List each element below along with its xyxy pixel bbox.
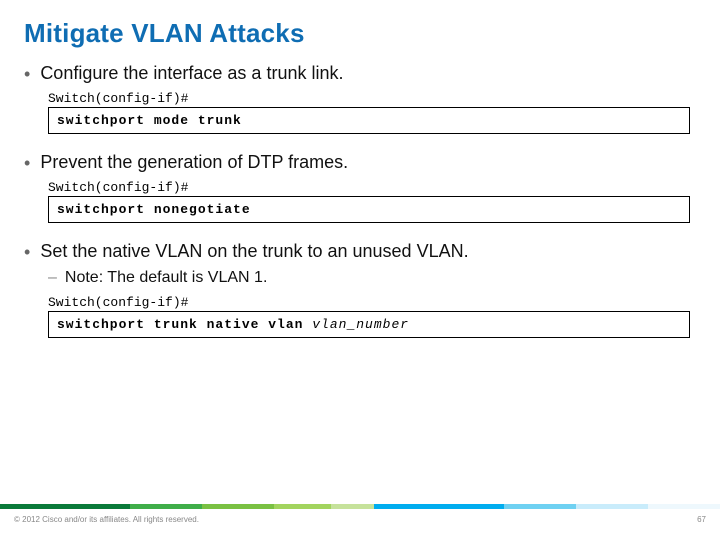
cli-prompt: Switch(config-if)#: [48, 295, 696, 310]
bullet-item: • Set the native VLAN on the trunk to an…: [24, 241, 696, 338]
cli-prompt: Switch(config-if)#: [48, 180, 696, 195]
footer-row: © 2012 Cisco and/or its affiliates. All …: [0, 509, 720, 524]
cli-command: switchport nonegotiate: [57, 202, 251, 217]
sub-bullet-marker: –: [48, 269, 57, 287]
bullet-row: • Set the native VLAN on the trunk to an…: [24, 241, 696, 263]
bullet-text: Prevent the generation of DTP frames.: [40, 152, 348, 173]
slide-title: Mitigate VLAN Attacks: [24, 18, 696, 49]
cli-prompt: Switch(config-if)#: [48, 91, 696, 106]
sub-bullet-row: – Note: The default is VLAN 1.: [48, 269, 696, 287]
bullet-list: • Configure the interface as a trunk lin…: [24, 63, 696, 338]
cli-command-box: switchport trunk native vlan vlan_number: [48, 311, 690, 338]
slide: Mitigate VLAN Attacks • Configure the in…: [0, 0, 720, 540]
bullet-marker: •: [24, 63, 30, 85]
bullet-marker: •: [24, 241, 30, 263]
bullet-text: Set the native VLAN on the trunk to an u…: [40, 241, 468, 262]
cli-command-box: switchport mode trunk: [48, 107, 690, 134]
cli-command: switchport trunk native vlan: [57, 317, 312, 332]
bullet-item: • Configure the interface as a trunk lin…: [24, 63, 696, 134]
bullet-row: • Prevent the generation of DTP frames.: [24, 152, 696, 174]
sub-bullet-text: Note: The default is VLAN 1.: [65, 269, 267, 287]
footer-stripe: [0, 504, 720, 509]
cli-command-box: switchport nonegotiate: [48, 196, 690, 223]
bullet-item: • Prevent the generation of DTP frames. …: [24, 152, 696, 223]
footer-page-number: 67: [697, 515, 706, 524]
cli-command: switchport mode trunk: [57, 113, 242, 128]
bullet-row: • Configure the interface as a trunk lin…: [24, 63, 696, 85]
footer-copyright: © 2012 Cisco and/or its affiliates. All …: [14, 515, 199, 524]
footer: © 2012 Cisco and/or its affiliates. All …: [0, 504, 720, 540]
bullet-marker: •: [24, 152, 30, 174]
cli-command-arg: vlan_number: [312, 317, 409, 332]
bullet-text: Configure the interface as a trunk link.: [40, 63, 343, 84]
